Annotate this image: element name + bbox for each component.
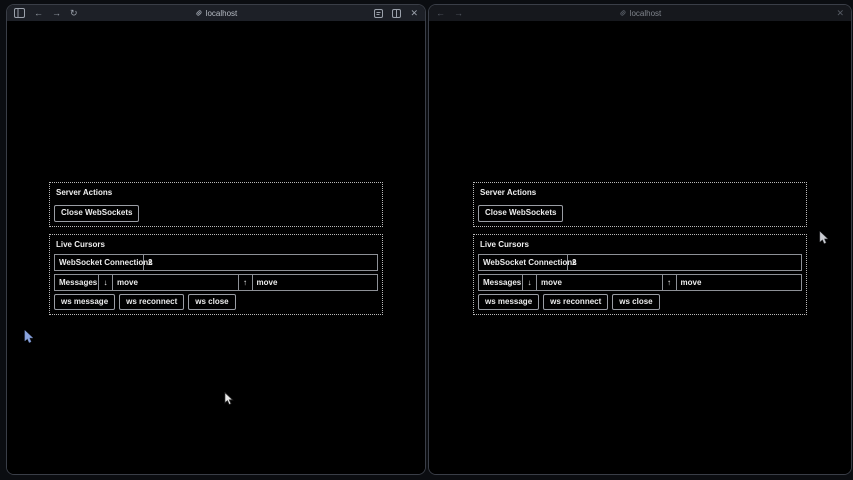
link-icon — [195, 9, 203, 17]
live-cursors-title: Live Cursors — [56, 240, 378, 249]
connections-value: 2 — [144, 255, 377, 270]
arrow-up-icon: ↑ — [663, 275, 677, 290]
link-icon — [619, 9, 627, 17]
ws-reconnect-button[interactable]: ws reconnect — [119, 294, 184, 311]
ws-reconnect-button[interactable]: ws reconnect — [543, 294, 608, 311]
arrow-down-icon: ↓ — [523, 275, 537, 290]
titlebar[interactable]: ← → localhost ✕ — [429, 5, 851, 21]
close-icon[interactable]: ✕ — [836, 9, 844, 18]
live-cursors-title: Live Cursors — [480, 240, 802, 249]
close-icon[interactable]: ✕ — [410, 9, 418, 18]
sidebar-toggle-icon[interactable] — [14, 8, 25, 18]
ws-close-button[interactable]: ws close — [612, 294, 659, 311]
browser-window-left: ← → ↻ localhost ✕ Server Actions Cl — [6, 4, 426, 475]
remote-cursor-gray — [819, 231, 829, 250]
ws-message-button[interactable]: ws message — [478, 294, 539, 311]
messages-up-value: move — [677, 275, 802, 290]
messages-up-value: move — [253, 275, 378, 290]
server-actions-panel: Server Actions Close WebSockets — [49, 182, 383, 227]
back-icon[interactable]: ← — [34, 9, 43, 18]
address-bar[interactable]: localhost — [429, 5, 851, 21]
live-cursors-panel: Live Cursors WebSocket Connections 2 Mes… — [473, 234, 807, 316]
live-cursors-panel: Live Cursors WebSocket Connections 2 Mes… — [49, 234, 383, 316]
system-cursor — [224, 392, 234, 411]
back-icon[interactable]: ← — [436, 9, 445, 18]
messages-down-value: move — [113, 275, 239, 290]
url-text: localhost — [630, 9, 662, 18]
server-actions-title: Server Actions — [480, 188, 802, 197]
panel-stack: Server Actions Close WebSockets Live Cur… — [473, 182, 807, 316]
url-text: localhost — [206, 9, 238, 18]
messages-row: Messages ↓ move ↑ move — [54, 274, 378, 291]
connections-label: WebSocket Connections — [479, 255, 568, 270]
titlebar[interactable]: ← → ↻ localhost ✕ — [7, 5, 425, 21]
forward-icon[interactable]: → — [52, 9, 61, 18]
ws-button-row: ws message ws reconnect ws close — [478, 294, 802, 311]
titlebar-left-controls: ← → ↻ — [14, 8, 78, 18]
connections-value: 2 — [568, 255, 801, 270]
websocket-connections-row: WebSocket Connections 2 — [478, 254, 802, 271]
messages-row: Messages ↓ move ↑ move — [478, 274, 802, 291]
titlebar-right-controls: ✕ — [836, 9, 844, 18]
titlebar-right-controls: ✕ — [374, 9, 418, 18]
messages-down-value: move — [537, 275, 663, 290]
page-content: Server Actions Close WebSockets Live Cur… — [7, 21, 425, 475]
browser-window-right: ← → localhost ✕ Server Actions Close Web… — [428, 4, 852, 475]
forward-icon[interactable]: → — [454, 9, 463, 18]
ws-message-button[interactable]: ws message — [54, 294, 115, 311]
server-actions-panel: Server Actions Close WebSockets — [473, 182, 807, 227]
remote-cursor-blue — [24, 330, 34, 349]
panel-stack: Server Actions Close WebSockets Live Cur… — [49, 182, 383, 316]
messages-label: Messages — [55, 275, 99, 290]
close-websockets-button[interactable]: Close WebSockets — [54, 205, 139, 222]
reload-icon[interactable]: ↻ — [70, 9, 78, 18]
desktop: { "icons": { "back": "←", "forward": "→"… — [0, 0, 853, 480]
connections-label: WebSocket Connections — [55, 255, 144, 270]
messages-label: Messages — [479, 275, 523, 290]
ws-button-row: ws message ws reconnect ws close — [54, 294, 378, 311]
arrow-down-icon: ↓ — [99, 275, 113, 290]
websocket-connections-row: WebSocket Connections 2 — [54, 254, 378, 271]
reader-view-icon[interactable] — [374, 9, 383, 18]
server-actions-title: Server Actions — [56, 188, 378, 197]
ws-close-button[interactable]: ws close — [188, 294, 235, 311]
titlebar-left-controls: ← → — [436, 9, 463, 18]
split-view-icon[interactable] — [392, 9, 401, 18]
close-websockets-button[interactable]: Close WebSockets — [478, 205, 563, 222]
arrow-up-icon: ↑ — [239, 275, 253, 290]
page-content: Server Actions Close WebSockets Live Cur… — [429, 21, 851, 475]
